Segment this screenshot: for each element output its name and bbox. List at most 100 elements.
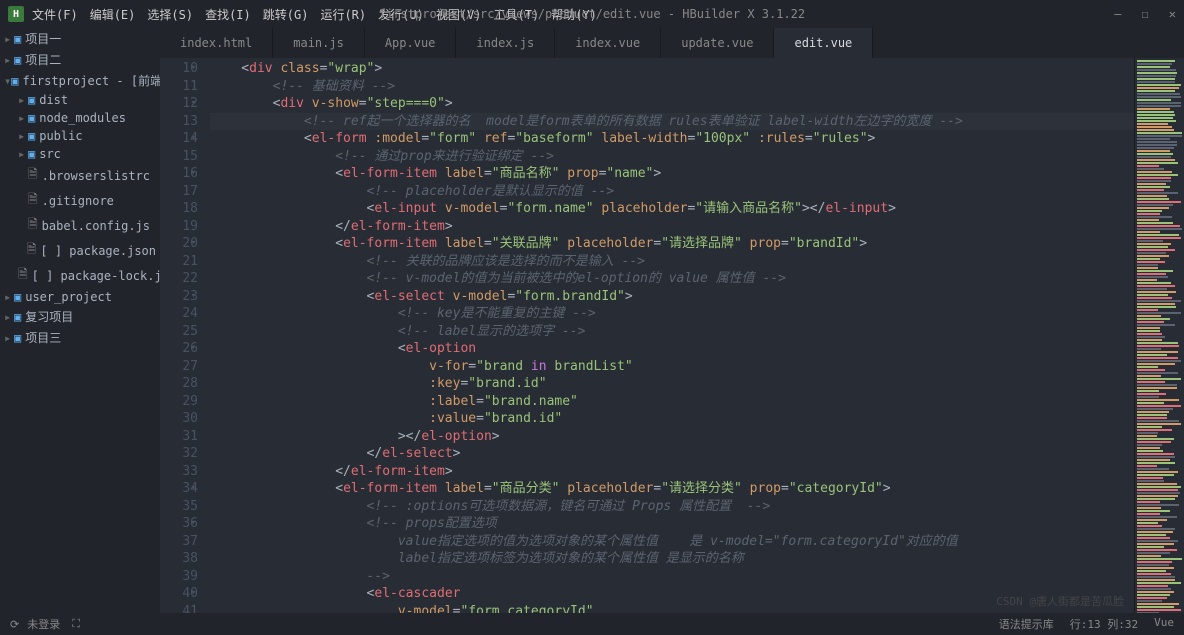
- fold-icon[interactable]: ▾: [191, 515, 196, 533]
- minimize-icon[interactable]: —: [1114, 7, 1121, 21]
- code-line[interactable]: :value="brand.id": [210, 410, 1134, 428]
- folder-icon: ▣: [14, 331, 21, 345]
- language-mode[interactable]: Vue: [1154, 616, 1174, 632]
- code-line[interactable]: <el-option: [210, 340, 1134, 358]
- tree-label: firstproject - [前端网页]: [22, 72, 160, 89]
- editor-tab[interactable]: update.vue: [661, 28, 774, 58]
- line-number: 31: [160, 428, 198, 446]
- editor-tab[interactable]: App.vue: [365, 28, 457, 58]
- fold-icon[interactable]: ▾: [191, 130, 196, 148]
- code-line[interactable]: v-for="brand in brandList": [210, 358, 1134, 376]
- editor-tabs: index.htmlmain.jsApp.vueindex.jsindex.vu…: [160, 28, 1184, 58]
- code-editor[interactable]: <div class="wrap"> <!-- 基础资料 --> <div v-…: [210, 58, 1134, 613]
- editor-tab[interactable]: edit.vue: [774, 28, 873, 58]
- tree-file[interactable]: 🗎[ ] package.json: [0, 238, 160, 263]
- menu-item[interactable]: 选择(S): [147, 6, 193, 23]
- editor-tab[interactable]: index.vue: [555, 28, 661, 58]
- code-line[interactable]: <el-form :model="form" ref="baseform" la…: [210, 130, 1134, 148]
- line-number: 25: [160, 323, 198, 341]
- tree-label: 项目二: [25, 51, 61, 68]
- fold-icon[interactable]: ▾: [191, 585, 196, 603]
- code-line[interactable]: :key="brand.id": [210, 375, 1134, 393]
- tree-folder[interactable]: ▸▣node_modules: [0, 109, 160, 127]
- code-line[interactable]: ></el-option>: [210, 428, 1134, 446]
- tree-folder[interactable]: ▸▣项目三: [0, 327, 160, 348]
- code-line[interactable]: </el-form-item>: [210, 218, 1134, 236]
- menu-item[interactable]: 编辑(E): [90, 6, 136, 23]
- menu-item[interactable]: 查找(I): [205, 6, 251, 23]
- menu-item[interactable]: 文件(F): [32, 6, 78, 23]
- minimap[interactable]: [1134, 58, 1184, 613]
- fold-icon[interactable]: ▾: [191, 288, 196, 306]
- sync-icon[interactable]: ⟳: [10, 618, 19, 631]
- file-explorer[interactable]: ▸▣项目一▸▣项目二▾▣firstproject - [前端网页]▸▣dist▸…: [0, 28, 160, 613]
- syntax-hint[interactable]: 语法提示库: [999, 616, 1054, 632]
- cursor-position[interactable]: 行:13 列:32: [1070, 616, 1138, 632]
- code-line[interactable]: <!-- key是不能重复的主键 -->: [210, 305, 1134, 323]
- code-line[interactable]: <!-- 通过prop来进行验证绑定 -->: [210, 148, 1134, 166]
- fold-icon[interactable]: ▾: [191, 480, 196, 498]
- code-line[interactable]: <!-- ref起一个选择器的名 model是form表单的所有数据 rules…: [210, 113, 1134, 131]
- code-line[interactable]: :label="brand.name": [210, 393, 1134, 411]
- tree-file[interactable]: 🗎babel.config.js: [0, 213, 160, 238]
- tree-folder[interactable]: ▸▣项目二: [0, 49, 160, 70]
- tree-folder[interactable]: ▸▣dist: [0, 91, 160, 109]
- maximize-icon[interactable]: ☐: [1142, 7, 1149, 21]
- login-status[interactable]: 未登录: [27, 616, 60, 632]
- chevron-icon: ▸: [18, 129, 28, 143]
- tree-folder[interactable]: ▾▣firstproject - [前端网页]: [0, 70, 160, 91]
- expand-icon[interactable]: ⛶: [72, 617, 80, 631]
- tree-file[interactable]: 🗎[ ] package-lock.json: [0, 263, 160, 288]
- tree-folder[interactable]: ▸▣public: [0, 127, 160, 145]
- editor-tab[interactable]: main.js: [273, 28, 365, 58]
- editor-tab[interactable]: index.js: [456, 28, 555, 58]
- code-line[interactable]: <!-- 基础资料 -->: [210, 78, 1134, 96]
- line-number: 41: [160, 603, 198, 614]
- tree-label: .browserslistrc: [42, 169, 150, 183]
- statusbar: ⟳ 未登录 ⛶ 语法提示库 行:13 列:32 Vue: [0, 613, 1184, 635]
- tree-folder[interactable]: ▸▣src: [0, 145, 160, 163]
- code-line[interactable]: <!-- :options可选项数据源，键名可通过 Props 属性配置 -->: [210, 498, 1134, 516]
- close-icon[interactable]: ✕: [1169, 7, 1176, 21]
- line-number: 38: [160, 550, 198, 568]
- code-line[interactable]: <el-form-item label="商品名称" prop="name">: [210, 165, 1134, 183]
- fold-icon[interactable]: ▾: [191, 60, 196, 78]
- code-line[interactable]: -->: [210, 568, 1134, 586]
- code-line[interactable]: <el-select v-model="form.brandId">: [210, 288, 1134, 306]
- tree-folder[interactable]: ▸▣复习项目: [0, 306, 160, 327]
- code-line[interactable]: <!-- v-model的值为当前被选中的el-option的 value 属性…: [210, 270, 1134, 288]
- code-line[interactable]: <!-- props配置选项: [210, 515, 1134, 533]
- fold-icon[interactable]: ▾: [191, 340, 196, 358]
- code-line[interactable]: </el-form-item>: [210, 463, 1134, 481]
- tree-file[interactable]: 🗎.gitignore: [0, 188, 160, 213]
- line-number: 28: [160, 375, 198, 393]
- fold-icon[interactable]: ▾: [191, 165, 196, 183]
- code-line[interactable]: <el-input v-model="form.name" placeholde…: [210, 200, 1134, 218]
- line-number: 16▾: [160, 165, 198, 183]
- tree-folder[interactable]: ▸▣项目一: [0, 28, 160, 49]
- tree-file[interactable]: 🗎.browserslistrc: [0, 163, 160, 188]
- fold-icon[interactable]: ▾: [191, 235, 196, 253]
- code-line[interactable]: value指定选项的值为选项对象的某个属性值 是 v-model="form.c…: [210, 533, 1134, 551]
- code-line[interactable]: <el-form-item label="关联品牌" placeholder="…: [210, 235, 1134, 253]
- code-line[interactable]: label指定选项标签为选项对象的某个属性值 是显示的名称: [210, 550, 1134, 568]
- code-line[interactable]: <div class="wrap">: [210, 60, 1134, 78]
- code-line[interactable]: <div v-show="step===0">: [210, 95, 1134, 113]
- code-line[interactable]: <!-- 关联的品牌应该是选择的而不是输入 -->: [210, 253, 1134, 271]
- line-number: 15: [160, 148, 198, 166]
- fold-icon[interactable]: ▾: [191, 95, 196, 113]
- code-line[interactable]: <el-form-item label="商品分类" placeholder="…: [210, 480, 1134, 498]
- code-line[interactable]: <!-- label显示的选项字 -->: [210, 323, 1134, 341]
- line-number: 17: [160, 183, 198, 201]
- menu-item[interactable]: 运行(R): [320, 6, 366, 23]
- code-line[interactable]: </el-select>: [210, 445, 1134, 463]
- code-line[interactable]: <!-- placeholder是默认显示的值 -->: [210, 183, 1134, 201]
- tree-label: .gitignore: [42, 194, 114, 208]
- titlebar: H 文件(F)编辑(E)选择(S)查找(I)跳转(G)运行(R)发行(U)视图(…: [0, 0, 1184, 28]
- menu-item[interactable]: 跳转(G): [263, 6, 309, 23]
- tree-label: node_modules: [39, 111, 126, 125]
- line-number: 22: [160, 270, 198, 288]
- tree-label: src: [39, 147, 61, 161]
- editor-tab[interactable]: index.html: [160, 28, 273, 58]
- tree-folder[interactable]: ▸▣user_project: [0, 288, 160, 306]
